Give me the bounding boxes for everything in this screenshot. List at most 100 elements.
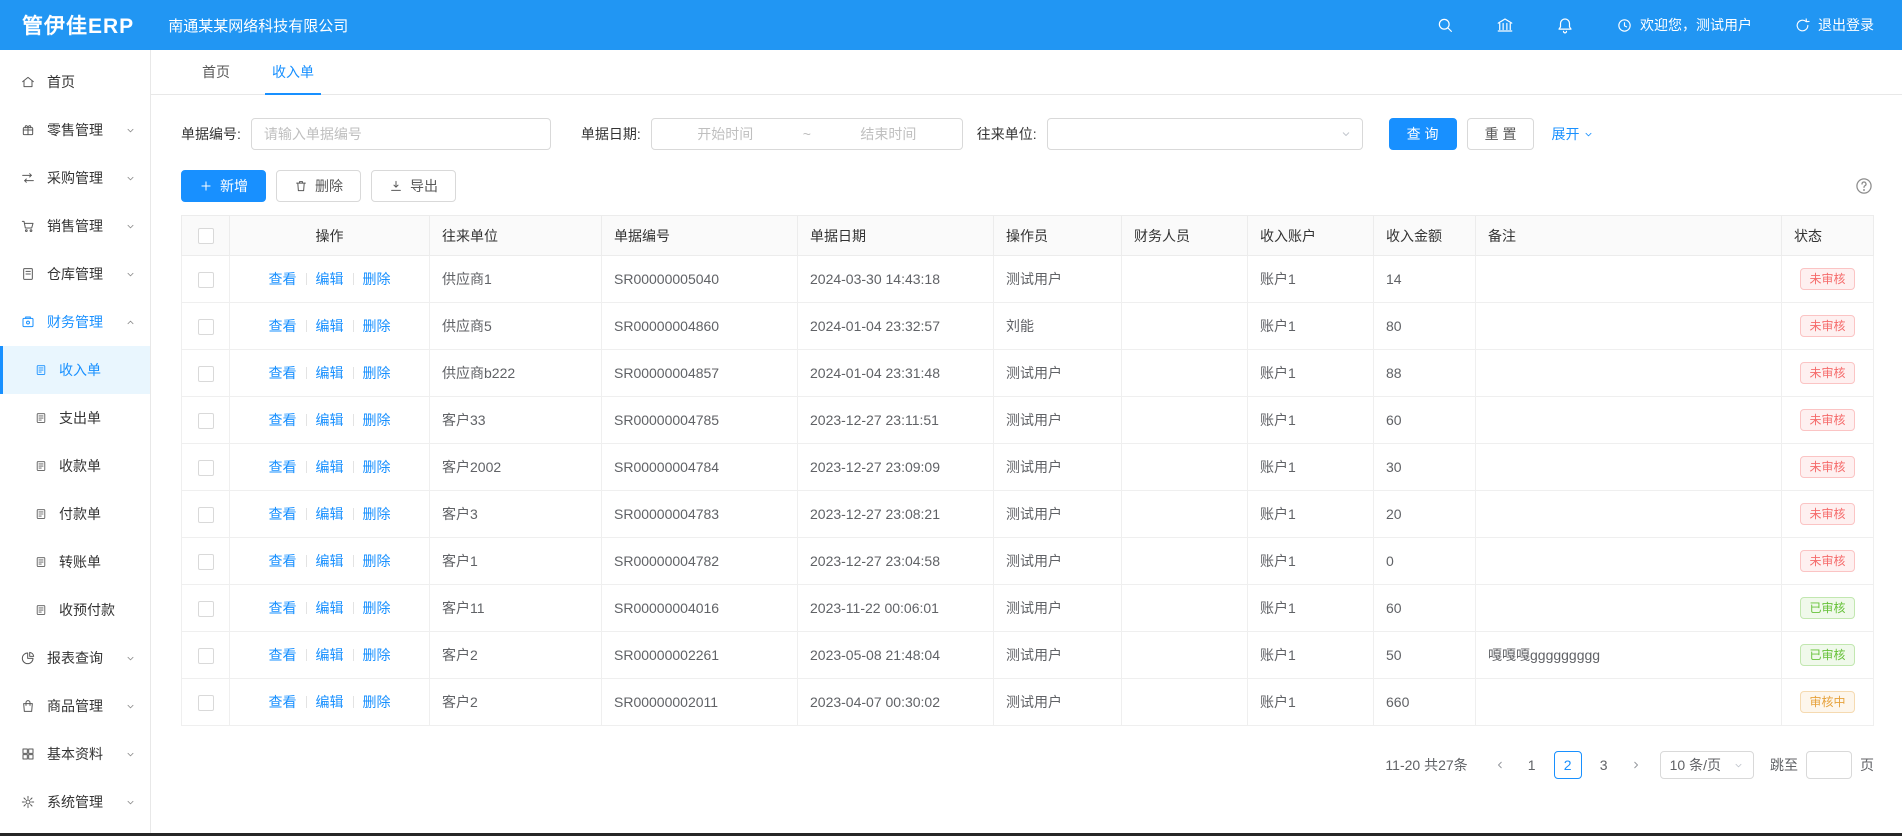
pagination: 11-20 共27条 123 10 条/页 跳至 页 (181, 751, 1874, 779)
view-link[interactable]: 查看 (269, 694, 297, 710)
sidebar-item-receipt-bill[interactable]: 收款单 (0, 442, 150, 490)
view-link[interactable]: 查看 (269, 459, 297, 475)
edit-link[interactable]: 编辑 (316, 506, 344, 522)
filter-bar: 单据编号: 单据日期: 开始时间 ~ 结束时间 往来单位: 查 询 重 置 展开 (181, 118, 1874, 150)
sidebar-item-transfer-bill[interactable]: 转账单 (0, 538, 150, 586)
date-end-placeholder[interactable]: 结束时间 (815, 124, 962, 144)
help-icon[interactable] (1854, 176, 1874, 196)
row-checkbox[interactable] (198, 601, 214, 617)
jump-page-input[interactable] (1806, 751, 1852, 779)
doc-icon (34, 603, 48, 617)
page-3-button[interactable]: 3 (1590, 751, 1618, 779)
row-checkbox[interactable] (198, 319, 214, 335)
page-1-button[interactable]: 1 (1518, 751, 1546, 779)
logout-button[interactable]: 退出登录 (1794, 15, 1874, 35)
view-link[interactable]: 查看 (269, 553, 297, 569)
next-page-button[interactable] (1622, 759, 1650, 771)
edit-link[interactable]: 编辑 (316, 318, 344, 334)
sidebar-item-sales[interactable]: 销售管理 (0, 202, 150, 250)
delete-link[interactable]: 删除 (363, 318, 391, 334)
cell-income-amount: 60 (1374, 585, 1476, 632)
tab-income-bill[interactable]: 收入单 (251, 50, 335, 94)
page-size-select[interactable]: 10 条/页 (1660, 751, 1754, 779)
view-link[interactable]: 查看 (269, 271, 297, 287)
page-2-button[interactable]: 2 (1554, 751, 1582, 779)
cell-bill-no: SR00000004785 (602, 397, 798, 444)
logout-icon (1794, 17, 1811, 34)
sidebar-item-report[interactable]: 报表查询 (0, 634, 150, 682)
sidebar-item-payment-bill[interactable]: 付款单 (0, 490, 150, 538)
delete-button[interactable]: 删除 (276, 170, 361, 202)
row-checkbox[interactable] (198, 554, 214, 570)
sidebar-item-finance[interactable]: 财务管理 (0, 298, 150, 346)
bank-icon[interactable] (1496, 16, 1514, 34)
sidebar-item-warehouse[interactable]: 仓库管理 (0, 250, 150, 298)
app-logo[interactable]: 管伊佳ERP (0, 10, 134, 40)
row-checkbox[interactable] (198, 648, 214, 664)
sidebar-item-expense-bill[interactable]: 支出单 (0, 394, 150, 442)
cell-actions: 查看 编辑 删除 (230, 397, 430, 444)
export-button[interactable]: 导出 (371, 170, 456, 202)
delete-link[interactable]: 删除 (363, 459, 391, 475)
sidebar-item-purchase[interactable]: 采购管理 (0, 154, 150, 202)
bell-icon[interactable] (1556, 16, 1574, 34)
sidebar-item-basic[interactable]: 基本资料 (0, 730, 150, 778)
edit-link[interactable]: 编辑 (316, 647, 344, 663)
welcome-user[interactable]: 欢迎您，测试用户 (1616, 15, 1752, 35)
prev-page-button[interactable] (1486, 759, 1514, 771)
row-checkbox[interactable] (198, 460, 214, 476)
edit-link[interactable]: 编辑 (316, 694, 344, 710)
row-checkbox[interactable] (198, 272, 214, 288)
column-header-finance-staff: 财务人员 (1122, 216, 1248, 256)
edit-link[interactable]: 编辑 (316, 459, 344, 475)
edit-link[interactable]: 编辑 (316, 271, 344, 287)
cell-remark (1476, 444, 1782, 491)
edit-link[interactable]: 编辑 (316, 553, 344, 569)
cell-income-amount: 60 (1374, 397, 1476, 444)
row-checkbox[interactable] (198, 507, 214, 523)
edit-link[interactable]: 编辑 (316, 412, 344, 428)
cell-finance-staff (1122, 256, 1248, 303)
view-link[interactable]: 查看 (269, 365, 297, 381)
delete-link[interactable]: 删除 (363, 553, 391, 569)
row-checkbox[interactable] (198, 413, 214, 429)
view-link[interactable]: 查看 (269, 647, 297, 663)
row-checkbox[interactable] (198, 366, 214, 382)
tab-home[interactable]: 首页 (181, 50, 251, 94)
delete-link[interactable]: 删除 (363, 271, 391, 287)
cell-finance-staff (1122, 679, 1248, 726)
sidebar-item-goods[interactable]: 商品管理 (0, 682, 150, 730)
delete-link[interactable]: 删除 (363, 694, 391, 710)
delete-link[interactable]: 删除 (363, 647, 391, 663)
bill-no-input[interactable] (251, 118, 551, 150)
delete-link[interactable]: 删除 (363, 506, 391, 522)
view-link[interactable]: 查看 (269, 600, 297, 616)
date-range-picker[interactable]: 开始时间 ~ 结束时间 (651, 118, 963, 150)
expand-link[interactable]: 展开 (1551, 124, 1594, 144)
table-row: 查看编辑删除供应商1SR000000050402024-03-30 14:43:… (182, 256, 1874, 303)
select-all-checkbox[interactable] (198, 228, 214, 244)
row-checkbox[interactable] (198, 695, 214, 711)
sidebar-item-income-bill[interactable]: 收入单 (0, 346, 150, 394)
trash-icon (294, 179, 308, 193)
view-link[interactable]: 查看 (269, 318, 297, 334)
cell-partner: 供应商5 (430, 303, 602, 350)
reset-button[interactable]: 重 置 (1467, 118, 1535, 150)
view-link[interactable]: 查看 (269, 506, 297, 522)
cell-income-account: 账户1 (1248, 585, 1374, 632)
edit-link[interactable]: 编辑 (316, 600, 344, 616)
partner-select[interactable] (1047, 118, 1363, 150)
date-start-placeholder[interactable]: 开始时间 (652, 124, 799, 144)
search-icon[interactable] (1436, 16, 1454, 34)
sidebar-item-prepaid[interactable]: 收预付款 (0, 586, 150, 634)
sidebar-item-home[interactable]: 首页 (0, 58, 150, 106)
view-link[interactable]: 查看 (269, 412, 297, 428)
edit-link[interactable]: 编辑 (316, 365, 344, 381)
add-button[interactable]: 新增 (181, 170, 266, 202)
delete-link[interactable]: 删除 (363, 412, 391, 428)
delete-link[interactable]: 删除 (363, 365, 391, 381)
delete-link[interactable]: 删除 (363, 600, 391, 616)
sidebar-item-retail[interactable]: 零售管理 (0, 106, 150, 154)
sidebar-item-system[interactable]: 系统管理 (0, 778, 150, 826)
search-button[interactable]: 查 询 (1389, 118, 1457, 150)
